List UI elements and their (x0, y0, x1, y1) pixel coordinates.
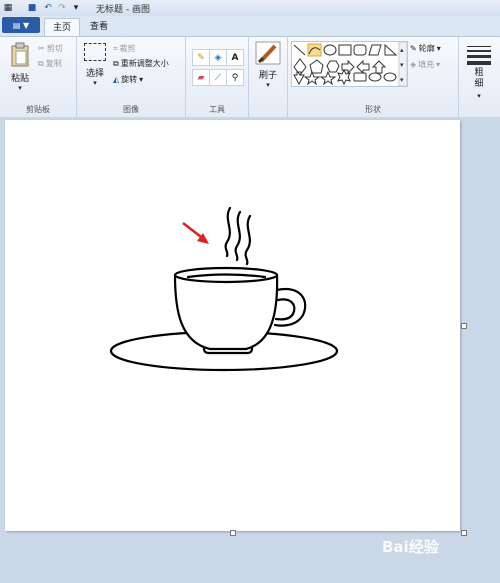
image-group: 选择 ▾ ⌗ 裁剪 ⧉ 重新调整大小 ◭ 旋转 ▾ 图像 (77, 37, 186, 117)
color-picker-icon[interactable]: ⟋ (209, 69, 227, 86)
rotate-button[interactable]: ◭ 旋转 ▾ (113, 74, 143, 85)
fill-bucket-icon[interactable]: ◈ (209, 49, 227, 66)
undo-icon[interactable]: ↶ (42, 2, 54, 13)
tab-home[interactable]: 主页 (44, 18, 81, 37)
app-menu-icon[interactable]: ▦ (2, 2, 14, 13)
rotate-label: 旋转 (121, 75, 138, 84)
select-button[interactable]: 选择 ▾ (82, 43, 108, 87)
brush-icon (255, 41, 281, 65)
rounded-rectangle-shape-icon (353, 44, 367, 56)
cut-label: 剪切 (46, 44, 63, 53)
curve-shape-highlight (307, 43, 322, 57)
cup-body-shape (173, 273, 279, 351)
outline-button[interactable]: ✎ 轮廓 ▾ (410, 43, 441, 54)
callout-cloud-shape-icon (383, 72, 397, 82)
tab-view[interactable]: 查看 (82, 18, 116, 36)
line-thickness-icon (467, 46, 491, 65)
red-arrow-annotation (182, 222, 209, 244)
select-label: 选择 (85, 69, 104, 79)
steam-line-3 (244, 214, 252, 266)
redo-icon[interactable]: ↷ (56, 2, 68, 13)
rectangle-shape-icon (338, 44, 352, 56)
eraser-icon[interactable]: ▰ (192, 69, 210, 86)
cup-handle-inner (274, 298, 296, 321)
title-bar: ▦ ■ ↶ ↷ ▾ 无标题 - 画图 (0, 0, 500, 17)
paste-button[interactable]: 粘贴 ▾ (6, 42, 34, 92)
teacup-drawing (109, 206, 339, 372)
file-menu-arrow: ▼ (22, 20, 30, 30)
shapes-gallery: ▴ ▾ ▾ (291, 41, 408, 87)
shapes-gallery-svg: ▴ ▾ ▾ (293, 41, 408, 87)
five-point-star-icon (319, 70, 337, 86)
select-rectangle-icon (84, 43, 106, 61)
clipboard-group: 粘贴 ▾ ✂ 剪切 ⧉ 复制 剪贴板 (0, 37, 77, 117)
fill-label: 填充 (418, 60, 435, 69)
ribbon-tabs: ▤ ▼ 主页 查看 (0, 16, 500, 37)
diamond-shape-icon (293, 58, 307, 76)
tools-group: ✎ ◈ A ▰ ⟋ ⚲ 工具 (186, 37, 249, 117)
canvas-resize-handle-corner[interactable] (461, 530, 467, 536)
hexagon-shape-icon (326, 60, 340, 73)
brushes-label: 刷子 (258, 71, 277, 81)
drawing-canvas[interactable] (5, 120, 460, 531)
up-arrow-shape-icon (371, 60, 387, 74)
paste-label: 粘贴 (10, 74, 29, 84)
svg-text:▴: ▴ (400, 46, 404, 54)
window-title: 无标题 - 画图 (96, 5, 150, 15)
cut-button[interactable]: ✂ 剪切 (38, 43, 63, 54)
resize-button[interactable]: ⧉ 重新调整大小 (113, 58, 169, 69)
tools-group-label: 工具 (209, 105, 225, 114)
oval-shape-icon (323, 44, 337, 56)
resize-label: 重新调整大小 (120, 59, 169, 68)
file-menu-button[interactable]: ▤ ▼ (2, 17, 40, 33)
four-point-star-icon (303, 70, 321, 86)
callout-rect-shape-icon (353, 72, 367, 82)
svg-text:▾: ▾ (400, 76, 404, 84)
crop-icon: ⌗ (113, 43, 118, 53)
magnifier-icon[interactable]: ⚲ (226, 69, 244, 86)
crop-label: 裁剪 (119, 44, 136, 53)
ribbon: 粘贴 ▾ ✂ 剪切 ⧉ 复制 剪贴板 选择 ▾ ⌗ 裁剪 ⧉ 重新调整大小 ◭ 旋转 ▾ 图… (0, 36, 500, 118)
watermark-logo: Bai经验 (382, 538, 439, 556)
customize-quick-access-icon[interactable]: ▾ (70, 2, 82, 13)
svg-text:▾: ▾ (400, 61, 404, 69)
polygon-shape-icon (368, 44, 382, 56)
crop-button[interactable]: ⌗ 裁剪 (113, 43, 136, 54)
copy-button[interactable]: ⧉ 复制 (38, 58, 62, 69)
rotate-icon: ◭ (113, 75, 120, 84)
outline-icon: ✎ (410, 44, 417, 53)
triangle-shape-icon (384, 43, 398, 56)
size-group: 粗细 ▾ (459, 37, 499, 117)
brushes-group: 刷子 ▾ (249, 37, 288, 117)
fill-icon: ◈ (410, 60, 417, 69)
size-label: 粗细 (474, 68, 484, 89)
steam-line-1 (224, 206, 232, 258)
paste-icon (11, 42, 29, 67)
steam-line-2 (234, 210, 242, 262)
size-button[interactable]: 粗细 ▾ (463, 43, 495, 100)
scissors-icon: ✂ (38, 44, 45, 53)
outline-label: 轮廓 (418, 44, 435, 53)
copy-label: 复制 (45, 59, 62, 68)
text-tool-icon[interactable]: A (226, 49, 244, 66)
line-shape-icon (293, 44, 306, 56)
callout-oval-shape-icon (368, 72, 382, 82)
canvas-resize-handle-right[interactable] (461, 323, 467, 329)
pencil-icon[interactable]: ✎ (192, 49, 210, 66)
fill-button[interactable]: ◈ 填充 ▾ (410, 59, 440, 70)
resize-icon: ⧉ (113, 58, 119, 68)
left-arrow-shape-icon (356, 59, 370, 75)
shapes-group-label: 形状 (365, 105, 381, 114)
copy-icon: ⧉ (38, 58, 44, 68)
image-group-label: 图像 (123, 105, 139, 114)
brushes-button[interactable]: 刷子 ▾ (253, 41, 283, 89)
file-menu-icon: ▤ (12, 20, 23, 30)
save-icon[interactable]: ■ (26, 2, 38, 13)
canvas-resize-handle-bottom[interactable] (230, 530, 236, 536)
clipboard-group-label: 剪贴板 (26, 105, 50, 114)
